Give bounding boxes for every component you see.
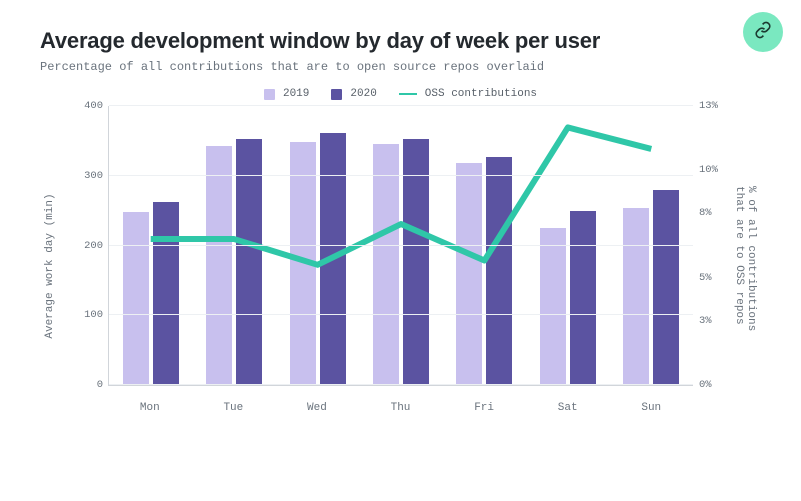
bar-group [276,106,359,385]
y-axis-label-left: Average work day (min) [44,193,56,338]
link-icon [754,21,772,44]
grid-line [109,245,693,246]
bar-group [526,106,609,385]
y-tick-right: 3% [699,315,725,327]
x-tick-label: Fri [442,402,526,414]
y-tick-left: 400 [77,100,103,112]
bar-2019 [623,208,649,385]
grid-line [109,314,693,315]
x-tick-label: Sat [526,402,610,414]
x-tick-label: Mon [108,402,192,414]
page-subtitle: Percentage of all contributions that are… [40,60,761,74]
grid-line [109,175,693,176]
bar-group [109,106,192,385]
bar-2019 [456,163,482,385]
chart: Average work day (min) % of all contribu… [66,106,735,426]
bar-2020 [570,211,596,385]
bar-group [610,106,693,385]
y-tick-right: 8% [699,207,725,219]
legend-item-2020: 2020 [331,88,376,100]
bar-2020 [403,139,429,385]
y-tick-left: 300 [77,170,103,182]
bar-group [359,106,442,385]
bar-2020 [486,157,512,385]
bar-2020 [320,133,346,385]
y-axis-label-right: % of all contributions that are to OSS r… [733,186,757,346]
bar-group [443,106,526,385]
y-tick-right: 10% [699,164,725,176]
bar-group [192,106,275,385]
grid-line [109,384,693,385]
legend-label: OSS contributions [425,88,537,100]
plot-area: 01002003004000%3%5%8%10%13% [108,106,693,386]
x-tick-label: Thu [359,402,443,414]
legend-item-2019: 2019 [264,88,309,100]
copy-link-button[interactable] [743,12,783,52]
x-tick-label: Sun [609,402,693,414]
x-tick-label: Wed [275,402,359,414]
bar-groups [109,106,693,385]
y-tick-right: 0% [699,379,725,391]
x-axis-labels: MonTueWedThuFriSatSun [108,402,693,414]
bar-2019 [123,212,149,385]
y-tick-left: 100 [77,309,103,321]
swatch-2020 [331,89,342,100]
swatch-2019 [264,89,275,100]
y-tick-left: 0 [77,379,103,391]
legend-label: 2020 [350,88,376,100]
page-title: Average development window by day of wee… [40,28,761,54]
y-tick-right: 5% [699,272,725,284]
bar-2019 [290,142,316,385]
bar-2019 [540,228,566,385]
bar-2020 [653,190,679,385]
legend-item-oss: OSS contributions [399,88,537,100]
bar-2020 [153,202,179,385]
x-tick-label: Tue [192,402,276,414]
grid-line [109,105,693,106]
legend-label: 2019 [283,88,309,100]
swatch-oss-line [399,93,417,95]
y-tick-right: 13% [699,100,725,112]
chart-legend: 2019 2020 OSS contributions [40,88,761,100]
y-tick-left: 200 [77,240,103,252]
bar-2019 [206,146,232,385]
bar-2019 [373,144,399,385]
